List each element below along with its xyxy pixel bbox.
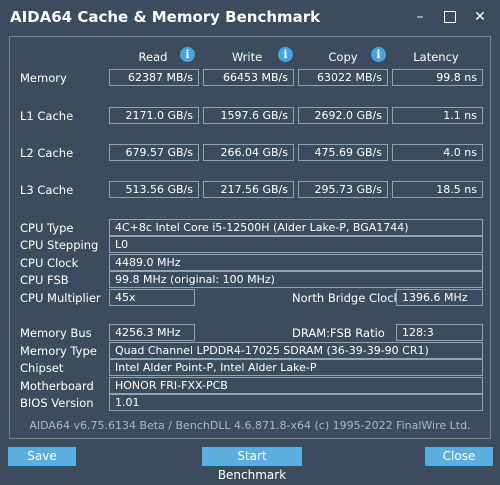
memory-latency-value: 99.8 ns: [392, 69, 483, 86]
cpu-clock-label: CPU Clock: [20, 256, 79, 270]
memory-bus-label: Memory Bus: [20, 326, 92, 340]
bios-version-label: BIOS Version: [20, 396, 94, 410]
bios-version-value: 1.01: [109, 394, 483, 411]
memory-copy-value: 63022 MB/s: [298, 69, 388, 86]
motherboard-label: Motherboard: [20, 379, 94, 393]
column-header-read: Read: [138, 50, 168, 64]
row-label-l1-cache: L1 Cache: [20, 109, 74, 123]
l1-read-value: 2171.0 GB/s: [109, 107, 199, 124]
l3-latency-value: 18.5 ns: [392, 181, 483, 198]
column-header-latency: Latency: [413, 50, 459, 64]
row-label-memory: Memory: [20, 71, 67, 85]
row-label-l2-cache: L2 Cache: [20, 146, 74, 160]
maximize-icon[interactable]: [437, 5, 463, 29]
cpu-stepping-value: L0: [109, 236, 483, 253]
cpu-clock-value: 4489.0 MHz: [109, 254, 483, 271]
l3-read-value: 513.56 GB/s: [109, 181, 199, 198]
l1-write-value: 1597.6 GB/s: [203, 107, 294, 124]
cpu-type-label: CPU Type: [20, 221, 74, 235]
l2-write-value: 266.04 GB/s: [203, 144, 294, 161]
cpu-multiplier-label: CPU Multiplier: [20, 291, 101, 305]
memory-write-value: 66453 MB/s: [203, 69, 294, 86]
minimize-icon[interactable]: –: [407, 5, 433, 29]
column-header-copy: Copy: [328, 50, 358, 64]
info-icon[interactable]: i: [371, 47, 386, 62]
l1-copy-value: 2692.0 GB/s: [298, 107, 388, 124]
cpu-fsb-label: CPU FSB: [20, 273, 69, 287]
memory-bus-value: 4256.3 MHz: [109, 324, 195, 341]
row-label-l3-cache: L3 Cache: [20, 183, 74, 197]
cpu-fsb-value: 99.8 MHz (original: 100 MHz): [109, 271, 483, 288]
copyright-footer: AIDA64 v6.75.6134 Beta / BenchDLL 4.6.87…: [29, 419, 471, 432]
memory-type-value: Quad Channel LPDDR4-17025 SDRAM (36-39-3…: [109, 342, 483, 359]
cpu-type-value: 4C+8c Intel Core i5-12500H (Alder Lake-P…: [109, 219, 483, 236]
motherboard-value: HONOR FRI-FXX-PCB: [109, 377, 483, 394]
l2-copy-value: 475.69 GB/s: [298, 144, 388, 161]
close-button[interactable]: Close: [425, 447, 493, 466]
window-title: AIDA64 Cache & Memory Benchmark: [10, 8, 321, 26]
start-benchmark-button[interactable]: Start Benchmark: [202, 447, 302, 482]
cpu-multiplier-value: 45x: [109, 289, 195, 306]
dram-fsb-ratio-label: DRAM:FSB Ratio: [292, 326, 385, 340]
l3-copy-value: 295.73 GB/s: [298, 181, 388, 198]
chipset-value: Intel Alder Point-P, Intel Alder Lake-P: [109, 359, 483, 376]
memory-type-label: Memory Type: [20, 344, 97, 358]
l2-latency-value: 4.0 ns: [392, 144, 483, 161]
info-icon[interactable]: i: [180, 47, 195, 62]
l3-write-value: 217.56 GB/s: [203, 181, 294, 198]
info-icon[interactable]: i: [278, 47, 293, 62]
memory-read-value: 62387 MB/s: [109, 69, 199, 86]
north-bridge-clock-value: 1396.6 MHz: [396, 289, 483, 306]
dram-fsb-ratio-value: 128:3: [396, 324, 483, 341]
north-bridge-clock-label: North Bridge Clock: [292, 291, 401, 305]
l2-read-value: 679.57 GB/s: [109, 144, 199, 161]
l1-latency-value: 1.1 ns: [392, 107, 483, 124]
chipset-label: Chipset: [20, 361, 64, 375]
column-header-write: Write: [231, 50, 263, 64]
title-bar: AIDA64 Cache & Memory Benchmark – ✕: [0, 0, 500, 34]
cpu-stepping-label: CPU Stepping: [20, 238, 99, 252]
close-icon[interactable]: ✕: [467, 5, 493, 29]
save-button[interactable]: Save: [8, 447, 76, 466]
